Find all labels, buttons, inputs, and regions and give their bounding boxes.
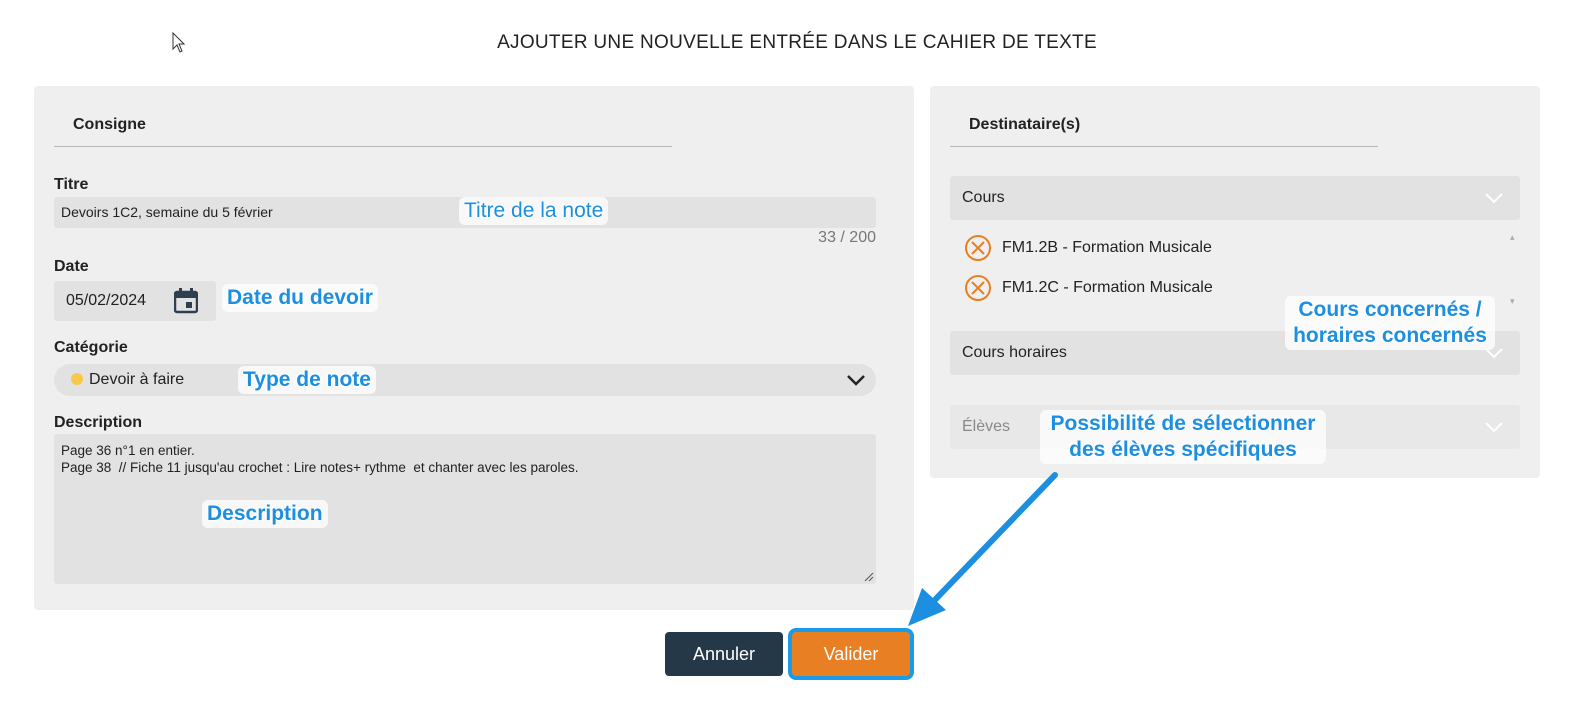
eleves-label: Élèves	[962, 418, 1011, 435]
section-divider	[950, 146, 1378, 147]
cours-item-label: FM1.2C - Formation Musicale	[1002, 279, 1213, 296]
annotation-date: Date du devoir	[222, 284, 378, 312]
annotation-cours: Cours concernés / horaires concernés	[1285, 296, 1495, 350]
description-line-2: Page 38 // Fiche 11 jusqu'au crochet : L…	[61, 460, 579, 475]
chevron-down-icon	[1485, 422, 1503, 433]
scroll-down-icon[interactable]: ▾	[1510, 296, 1515, 307]
chevron-down-icon	[847, 375, 865, 386]
annotation-description: Description	[202, 500, 328, 528]
resize-handle-icon[interactable]	[864, 572, 874, 582]
date-value: 05/02/2024	[66, 292, 147, 309]
calendar-icon[interactable]	[174, 288, 198, 314]
cours-horaires-label: Cours horaires	[962, 344, 1067, 361]
destinataires-section-title: Destinataire(s)	[969, 116, 1081, 133]
titre-label: Titre	[54, 176, 89, 193]
annotation-eleves-line-1: Possibilité de sélectionner	[1050, 412, 1316, 435]
consigne-panel: Consigne Titre Devoirs 1C2, semaine du 5…	[34, 86, 914, 610]
titre-char-counter: 33 / 200	[818, 229, 876, 246]
category-color-dot	[71, 373, 83, 385]
annotation-arrow-icon	[908, 472, 1058, 626]
cours-item-label: FM1.2B - Formation Musicale	[1002, 239, 1212, 256]
cours-item: FM1.2C - Formation Musicale	[964, 274, 1213, 302]
description-textarea[interactable]: Page 36 n°1 en entier. Page 38 // Fiche …	[54, 434, 876, 584]
annotation-type: Type de note	[238, 366, 376, 394]
chevron-down-icon	[1485, 193, 1503, 204]
remove-circle-icon[interactable]	[964, 234, 992, 262]
description-label: Description	[54, 414, 143, 431]
categorie-value: Devoir à faire	[89, 371, 185, 388]
consigne-section-title: Consigne	[73, 116, 146, 133]
annotation-titre: Titre de la note	[459, 197, 609, 225]
annotation-eleves: Possibilité de sélectionner des élèves s…	[1040, 410, 1326, 464]
section-divider	[54, 146, 672, 147]
annotation-cours-line-1: Cours concernés /	[1298, 298, 1482, 321]
remove-circle-icon[interactable]	[964, 274, 992, 302]
categorie-label: Catégorie	[54, 339, 128, 356]
categorie-select[interactable]: Devoir à faire	[54, 364, 876, 396]
cours-item: FM1.2B - Formation Musicale	[964, 234, 1212, 262]
validate-button[interactable]: Valider	[792, 632, 910, 676]
date-input[interactable]: 05/02/2024	[54, 281, 216, 321]
titre-value: Devoirs 1C2, semaine du 5 février	[61, 204, 273, 220]
description-line-1: Page 36 n°1 en entier.	[61, 443, 195, 458]
cours-label: Cours	[962, 189, 1005, 206]
date-label: Date	[54, 258, 89, 275]
scroll-up-icon[interactable]: ▴	[1510, 232, 1515, 243]
annotation-eleves-line-2: des élèves spécifiques	[1069, 438, 1297, 461]
cancel-button[interactable]: Annuler	[665, 632, 783, 676]
page-title: AJOUTER UNE NOUVELLE ENTRÉE DANS LE CAHI…	[497, 32, 1097, 53]
cours-accordion-header[interactable]: Cours	[950, 176, 1520, 220]
annotation-cours-line-2: horaires concernés	[1293, 324, 1487, 347]
